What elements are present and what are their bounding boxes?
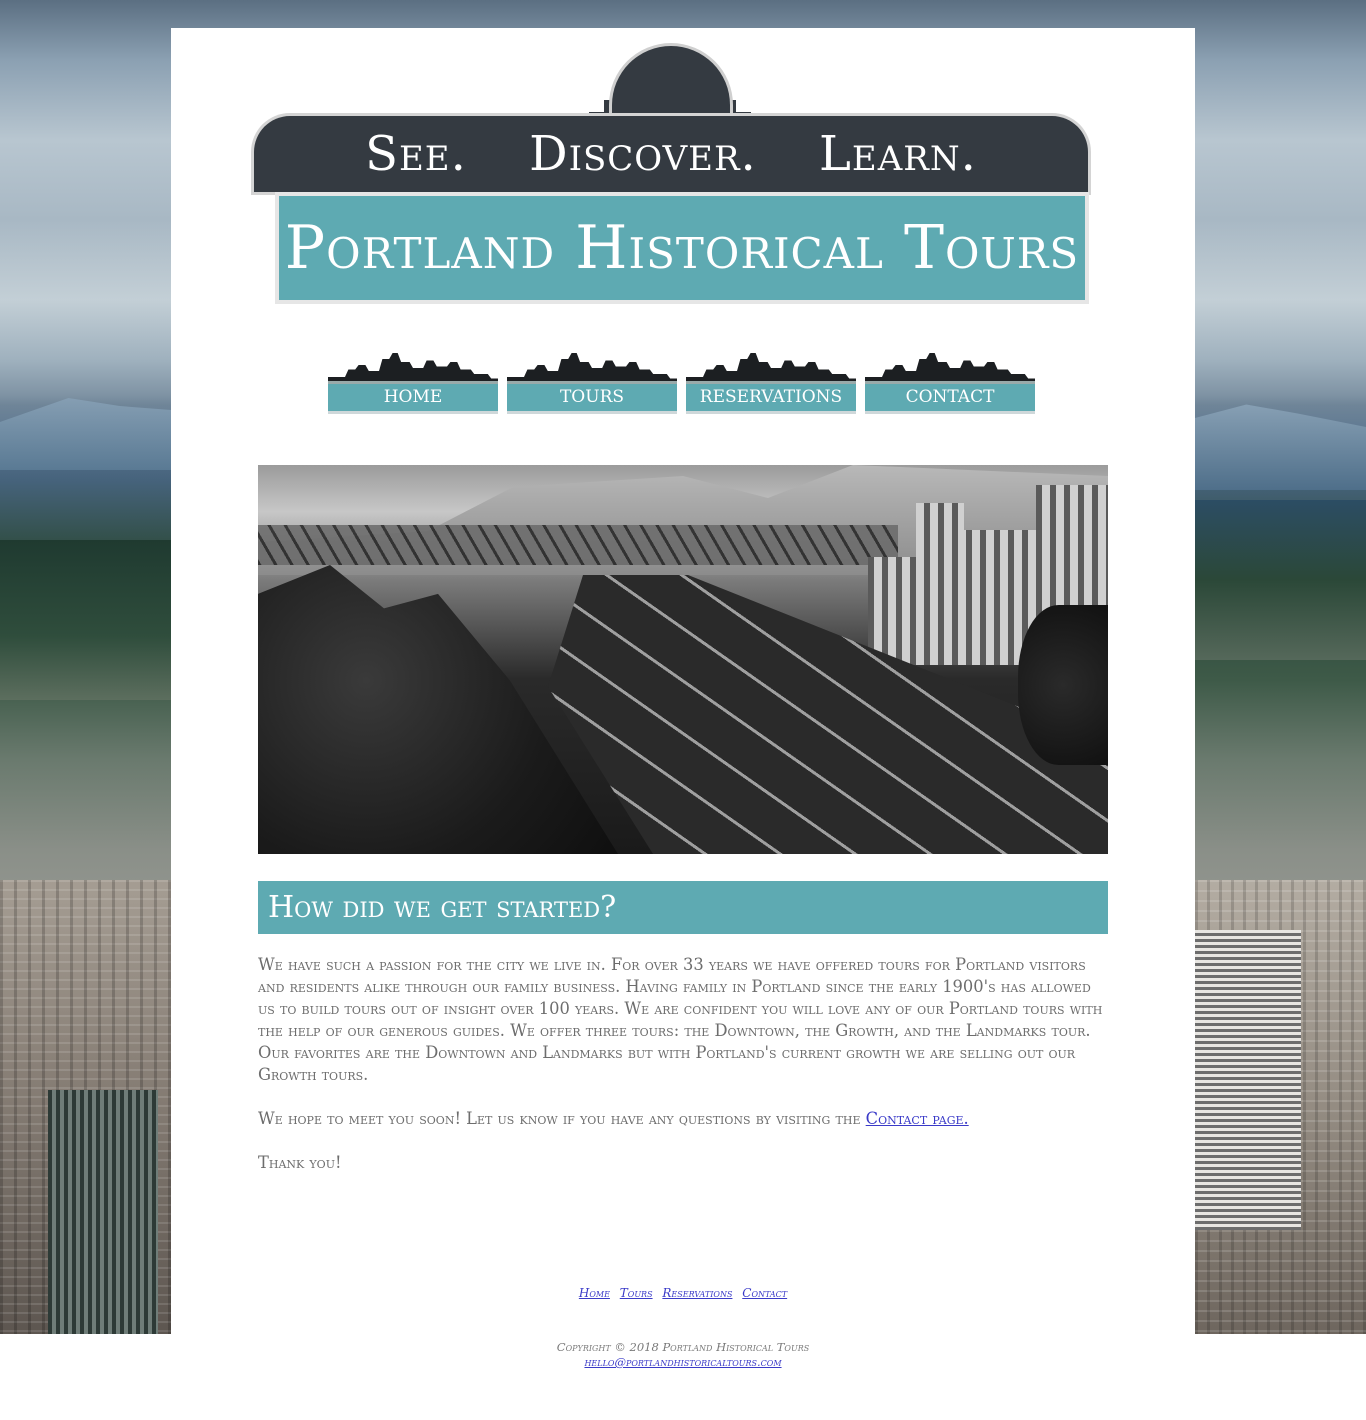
tagline-learn: Learn. <box>819 126 977 182</box>
hero-historic-photo <box>258 465 1108 854</box>
nav-home-label: HOME <box>328 384 498 414</box>
skyline-icon <box>328 353 498 383</box>
page-card: See. Discover. Learn. Portland Historica… <box>171 28 1195 1334</box>
mountain-right <box>1195 404 1366 490</box>
intro-paragraph: We have such a passion for the city we l… <box>258 955 1103 1084</box>
footer-email-link[interactable]: hello@portlandhistoricaltours.com <box>584 1355 781 1369</box>
footer-nav: Home Tours Reservations Contact <box>0 1286 1366 1300</box>
mountain-left <box>0 398 171 470</box>
tagline-see: See. <box>365 126 467 182</box>
footer-link-reservations[interactable]: Reservations <box>662 1286 732 1300</box>
hero-bridge <box>258 525 898 565</box>
nav-reservations-label: RESERVATIONS <box>686 384 856 414</box>
forest-right <box>1195 500 1366 660</box>
footer-link-tours[interactable]: Tours <box>620 1286 653 1300</box>
copyright-text: Copyright © 2018 Portland Historical Tou… <box>556 1340 810 1354</box>
contact-paragraph: We hope to meet you soon! Let us know if… <box>258 1108 1108 1130</box>
skyline-icon <box>865 353 1035 383</box>
contact-paragraph-text: We hope to meet you soon! Let us know if… <box>258 1109 866 1128</box>
nav-tours-label: TOURS <box>507 384 677 414</box>
main-nav: HOME TOURS RESERVATIONS CONTACT <box>328 353 1040 415</box>
tower-right <box>1195 930 1301 1230</box>
nav-home-button[interactable]: HOME <box>328 353 498 415</box>
nav-contact-button[interactable]: CONTACT <box>865 353 1035 415</box>
site-logo[interactable]: See. Discover. Learn. Portland Historica… <box>254 46 1088 302</box>
thank-you-text: Thank you! <box>258 1153 342 1172</box>
contact-page-link[interactable]: Contact page. <box>866 1109 969 1128</box>
section-heading: How did we get started? <box>258 881 1108 934</box>
skyline-icon <box>686 353 856 383</box>
footer-copyright-block: Copyright © 2018 Portland Historical Tou… <box>0 1340 1366 1370</box>
footer-link-home[interactable]: Home <box>579 1286 610 1300</box>
nav-tours-button[interactable]: TOURS <box>507 353 677 415</box>
logo-title-bar: Portland Historical Tours <box>279 196 1085 300</box>
nav-reservations-button[interactable]: RESERVATIONS <box>686 353 856 415</box>
forest-left <box>0 540 171 700</box>
hero-trees-right <box>1018 605 1108 765</box>
main-content: We have such a passion for the city we l… <box>258 954 1108 1196</box>
nav-contact-label: CONTACT <box>865 384 1035 414</box>
tagline-discover: Discover. <box>529 126 757 182</box>
footer-link-contact[interactable]: Contact <box>742 1286 787 1300</box>
site-title: Portland Historical Tours <box>284 213 1080 283</box>
skyline-icon <box>507 353 677 383</box>
logo-tagline-bar: See. Discover. Learn. <box>254 116 1088 192</box>
